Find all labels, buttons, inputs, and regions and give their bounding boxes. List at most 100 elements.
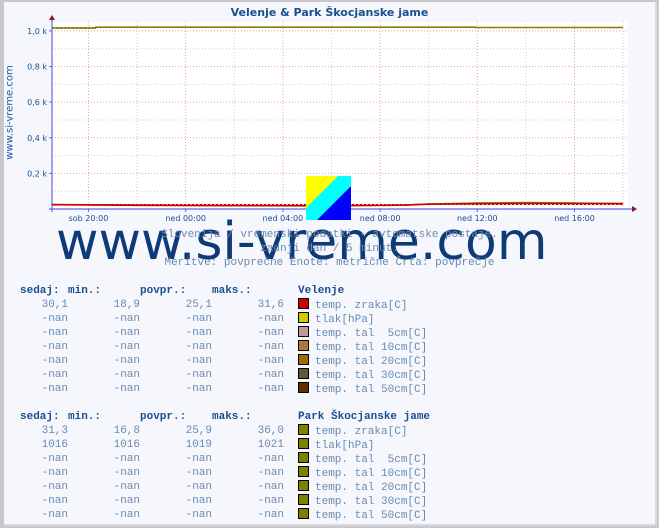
stats-value: -nan: [113, 495, 140, 507]
legend-item: temp. tal 20cm[C]: [298, 480, 430, 494]
stats-value: -nan: [41, 383, 68, 395]
stats-value: -nan: [185, 341, 212, 353]
stats-value: -nan: [41, 453, 68, 465]
y-tick-label: 0,2 k: [27, 169, 47, 178]
stats-value: -nan: [257, 341, 284, 353]
stats-value: 1016: [41, 439, 68, 451]
stats-value: -nan: [113, 341, 140, 353]
site-logo-icon: [306, 176, 351, 220]
spacer: [284, 326, 298, 340]
stats-header-row: sedaj: min.: povpr.: maks.: Park Škocjanske …: [20, 410, 430, 424]
spacer: [284, 340, 298, 354]
legend-item: tlak[hPa]: [298, 438, 430, 452]
stats-row: -nan -nan -nan -nan temp. tal 20cm[C]: [20, 480, 430, 494]
stats-value: -nan: [257, 313, 284, 325]
legend-swatch-icon: [298, 452, 309, 463]
stats-header-2: povpr.:: [140, 285, 187, 297]
stats-value: -nan: [257, 509, 284, 521]
legend-label: temp. tal 5cm[C]: [315, 328, 428, 340]
stats-row: 30,1 18,9 25,1 31,6 temp. zraka[C]: [20, 298, 427, 312]
station-name: Park Škocjanske jame: [298, 411, 431, 423]
legend-item: temp. tal 30cm[C]: [298, 494, 430, 508]
y-axis-arrow-icon: [49, 15, 55, 20]
spacer: [284, 312, 298, 326]
spacer: [284, 368, 298, 382]
legend-label: temp. tal 10cm[C]: [315, 468, 428, 480]
stats-row: -nan -nan -nan -nan temp. tal 5cm[C]: [20, 326, 427, 340]
legend-swatch-icon: [298, 508, 309, 519]
legend-swatch-icon: [298, 312, 309, 323]
stats-header-0: sedaj:: [20, 285, 60, 297]
stats-value: -nan: [41, 509, 68, 521]
y-tick-label: 0,4 k: [27, 134, 47, 143]
x-tick-label: ned 16:00: [554, 214, 595, 223]
stats-value: 25,1: [185, 299, 212, 311]
spacer: [284, 298, 298, 312]
stats-row: -nan -nan -nan -nan temp. tal 30cm[C]: [20, 494, 430, 508]
legend-label: temp. tal 10cm[C]: [315, 342, 428, 354]
legend-swatch-icon: [298, 424, 309, 435]
legend-swatch-icon: [298, 354, 309, 365]
subtext-line-3: Meritve: povprečne Enote: metrične Črta:…: [164, 257, 495, 269]
stats-value: 30,1: [41, 299, 68, 311]
stats-header-1: min.:: [68, 411, 102, 423]
stats-value: 36,0: [257, 425, 284, 437]
legend-item: temp. tal 10cm[C]: [298, 340, 427, 354]
stats-value: -nan: [185, 355, 212, 367]
y-tick-label: 0,8 k: [27, 63, 47, 72]
stats-value: 31,6: [257, 299, 284, 311]
stats-value: -nan: [185, 495, 212, 507]
legend-label: temp. tal 5cm[C]: [315, 454, 428, 466]
stats-value: -nan: [185, 327, 212, 339]
legend-item: temp. zraka[C]: [298, 424, 430, 438]
legend-label: temp. tal 50cm[C]: [315, 510, 428, 522]
legend-swatch-icon: [298, 382, 309, 393]
legend-item: temp. tal 50cm[C]: [298, 382, 427, 396]
stats-header-0: sedaj:: [20, 411, 60, 423]
legend-label: temp. tal 50cm[C]: [315, 384, 428, 396]
stats-table-velenje: sedaj: min.: povpr.: maks.: Velenje 30,1 18,9 2…: [20, 284, 427, 396]
legend-label: temp. tal 20cm[C]: [315, 356, 428, 368]
legend-swatch-icon: [298, 466, 309, 477]
spacer: [284, 466, 298, 480]
stats-value: -nan: [257, 481, 284, 493]
legend-label: temp. tal 30cm[C]: [315, 496, 428, 508]
legend-item: tlak[hPa]: [298, 312, 427, 326]
legend-label: temp. zraka[C]: [315, 300, 408, 312]
stats-value: 18,9: [113, 299, 140, 311]
stats-value: 1021: [257, 439, 284, 451]
spacer: [284, 508, 298, 522]
stats-value: -nan: [185, 453, 212, 465]
spacer: [284, 480, 298, 494]
stats-row: 31,3 16,8 25,9 36,0 temp. zraka[C]: [20, 424, 430, 438]
stats-value: -nan: [41, 341, 68, 353]
stats-value: -nan: [185, 481, 212, 493]
station-name: Velenje: [298, 285, 345, 297]
stats-header-1: min.:: [68, 285, 102, 297]
stats-table-park-skocjanske-jame: sedaj: min.: povpr.: maks.: Park Škocjanske …: [20, 410, 430, 522]
legend-label: temp. tal 20cm[C]: [315, 482, 428, 494]
stats-value: 31,3: [41, 425, 68, 437]
stats-header-row: sedaj: min.: povpr.: maks.: Velenje: [20, 284, 427, 298]
legend-label: temp. zraka[C]: [315, 426, 408, 438]
spacer: [284, 382, 298, 396]
legend-item: temp. tal 30cm[C]: [298, 368, 427, 382]
stats-value: -nan: [113, 509, 140, 521]
stats-value: -nan: [113, 467, 140, 479]
stats-header-3: maks.:: [212, 411, 252, 423]
legend-swatch-icon: [298, 340, 309, 351]
subtext-line-2: zadnji dan / 5 minut.: [260, 243, 399, 255]
stats-value: 25,9: [185, 425, 212, 437]
subtext-line-1: Slovenija / vremenski podatki - avtomats…: [161, 229, 498, 241]
legend-item: temp. tal 5cm[C]: [298, 326, 427, 340]
legend-label: tlak[hPa]: [315, 314, 375, 326]
stats-value: -nan: [113, 327, 140, 339]
legend-swatch-icon: [298, 494, 309, 505]
stats-value: -nan: [185, 313, 212, 325]
stats-value: -nan: [257, 495, 284, 507]
spacer: [284, 410, 298, 424]
stats-value: -nan: [113, 383, 140, 395]
stats-value: -nan: [257, 355, 284, 367]
stats-header-2: povpr.:: [140, 411, 187, 423]
stats-value: -nan: [41, 327, 68, 339]
